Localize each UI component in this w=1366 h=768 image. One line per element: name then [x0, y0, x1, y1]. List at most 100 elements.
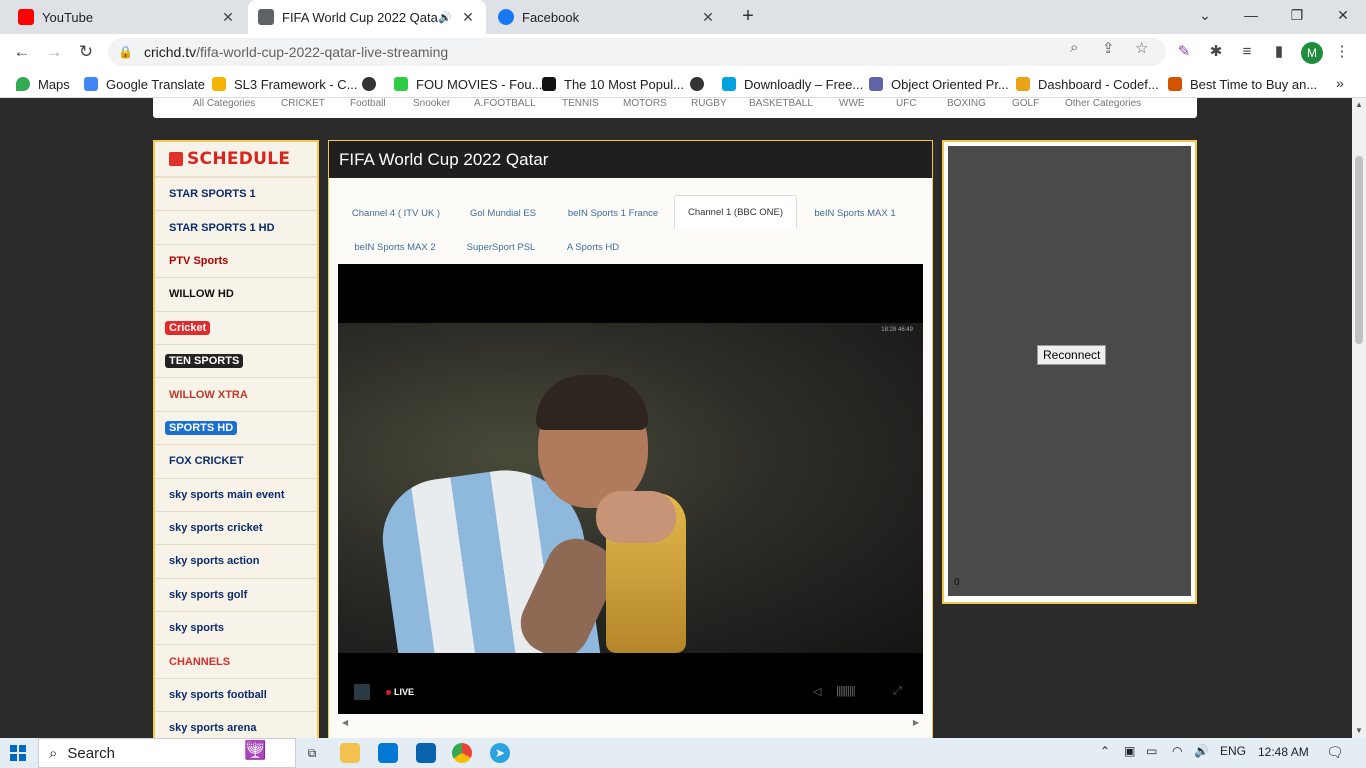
channel-item[interactable]: sky sports golf	[155, 579, 317, 613]
bookmark-oop[interactable]: Object Oriented Pr...	[869, 75, 1009, 93]
channel-item[interactable]: WILLOW HD	[155, 278, 317, 312]
bookmark-sl3[interactable]: SL3 Framework - C...	[212, 75, 358, 93]
channel-item[interactable]: STAR SPORTS 1 HD	[155, 211, 317, 245]
schedule-link[interactable]: SCHEDULE	[155, 142, 317, 178]
scroll-down-icon[interactable]: ▼	[1352, 724, 1366, 738]
channel-tab-active[interactable]: Channel 1 (BBC ONE)	[674, 195, 797, 229]
bookmark-codeforces[interactable]: Dashboard - Codef...	[1016, 75, 1159, 93]
page-scrollbar[interactable]: ▲ ▼	[1352, 98, 1366, 738]
close-window-button[interactable]: ✕	[1320, 0, 1366, 30]
minimize-button[interactable]: —	[1228, 0, 1274, 30]
forward-icon[interactable]: →	[42, 40, 66, 64]
volume-tray-icon[interactable]: 🔊	[1194, 744, 1209, 758]
channel-item[interactable]: CHANNELS	[155, 645, 317, 679]
category-link[interactable]: Snooker	[413, 98, 450, 109]
bookmarks-overflow-icon[interactable]: »	[1336, 75, 1344, 91]
media-queue-icon[interactable]: ≡	[1237, 42, 1257, 62]
scroll-left-icon[interactable]: ◀	[342, 718, 348, 727]
category-link[interactable]: UFC	[896, 98, 917, 109]
bookmark-maps[interactable]: Maps	[16, 75, 70, 93]
channel-item[interactable]: sky sports action	[155, 545, 317, 579]
channel-item[interactable]: WILLOW XTRA	[155, 378, 317, 412]
store-icon[interactable]	[378, 743, 398, 763]
channel-item[interactable]: sky sports football	[155, 679, 317, 713]
bookmark-star-icon[interactable]: ☆	[1135, 39, 1148, 57]
bookmark-10-most[interactable]: The 10 Most Popul...	[542, 75, 684, 93]
back-icon[interactable]: ←	[10, 40, 34, 64]
side-panel-icon[interactable]: ▮	[1269, 42, 1289, 62]
category-link[interactable]: TENNIS	[562, 98, 599, 109]
address-bar[interactable]: 🔒 crichd.tv/fifa-world-cup-2022-qatar-li…	[108, 38, 1166, 66]
tray-overflow-icon[interactable]: ⌃	[1100, 744, 1110, 758]
channel-item[interactable]: sky sports arena	[155, 712, 317, 738]
file-explorer-icon[interactable]	[340, 743, 360, 763]
language-indicator[interactable]: ENG	[1220, 744, 1246, 758]
category-link[interactable]: BOXING	[947, 98, 986, 109]
category-link[interactable]: WWE	[839, 98, 865, 109]
play-pause-button[interactable]	[354, 684, 370, 700]
clock[interactable]: 12:48 AM	[1258, 745, 1309, 759]
notifications-icon[interactable]: 🗨	[1326, 744, 1344, 761]
chrome-icon[interactable]	[452, 743, 472, 763]
speaker-icon[interactable]: 🔊	[438, 11, 452, 24]
channel-tab[interactable]: SuperSport PSL	[459, 230, 543, 264]
more-menu-icon[interactable]: ⋮	[1332, 42, 1352, 62]
channel-item[interactable]: STAR SPORTS 1	[155, 178, 317, 212]
extension-pen-icon[interactable]: ✎	[1174, 42, 1194, 62]
reload-icon[interactable]: ↻	[74, 40, 98, 64]
category-link[interactable]: MOTORS	[623, 98, 667, 109]
bookmark-fou-movies[interactable]: FOU MOVIES - Fou...	[394, 75, 542, 93]
tab-fifa[interactable]: FIFA World Cup 2022 Qatar l 🔊 ✕	[248, 0, 486, 34]
battery-icon[interactable]: ▭	[1146, 744, 1157, 758]
channel-tab[interactable]: Gol Mundial ES	[461, 196, 545, 230]
category-link[interactable]: Other Categories	[1065, 98, 1141, 109]
channel-tab[interactable]: Channel 4 ( ITV UK )	[343, 196, 449, 230]
bookmark-best-time[interactable]: Best Time to Buy an...	[1168, 75, 1317, 93]
telegram-icon[interactable]: ➤	[490, 743, 510, 763]
category-link[interactable]: GOLF	[1012, 98, 1039, 109]
new-tab-button[interactable]: +	[738, 6, 758, 26]
bookmark-globe-2[interactable]	[690, 75, 712, 93]
category-link[interactable]: A.FOOTBALL	[474, 98, 536, 109]
video-frame[interactable]: 18:28 46:49	[338, 323, 923, 653]
channel-tab[interactable]: beIN Sports MAX 1	[803, 196, 907, 230]
scroll-right-icon[interactable]: ▶	[913, 718, 919, 727]
reconnect-button[interactable]: Reconnect	[1037, 345, 1107, 365]
category-link[interactable]: Football	[350, 98, 386, 109]
mail-icon[interactable]	[416, 743, 436, 763]
lock-icon[interactable]: 🔒	[118, 45, 133, 59]
close-icon[interactable]: ✕	[700, 9, 716, 26]
wifi-icon[interactable]: ◠	[1172, 744, 1182, 758]
channel-item[interactable]: sky sports	[155, 612, 317, 646]
bookmark-globe[interactable]	[362, 75, 384, 93]
meet-now-icon[interactable]: ▣	[1124, 744, 1135, 758]
channel-tab[interactable]: beIN Sports 1 France	[557, 196, 669, 230]
channel-item[interactable]: SPORTS HD	[155, 412, 317, 446]
bookmark-google-translate[interactable]: Google Translate	[84, 75, 205, 93]
fullscreen-icon[interactable]: ⤢	[893, 685, 902, 698]
task-view-icon[interactable]: ⧉	[302, 743, 322, 763]
share-icon[interactable]: ⇪	[1102, 39, 1115, 57]
channel-tab[interactable]: beIN Sports MAX 2	[343, 230, 447, 264]
tab-youtube[interactable]: YouTube ✕	[8, 0, 246, 34]
category-link[interactable]: CRICKET	[281, 98, 325, 109]
channel-item[interactable]: PTV Sports	[155, 245, 317, 279]
tab-facebook[interactable]: Facebook ✕	[488, 0, 726, 34]
channel-item[interactable]: sky sports main event	[155, 479, 317, 512]
category-link[interactable]: BASKETBALL	[749, 98, 813, 109]
category-link[interactable]: RUGBY	[691, 98, 727, 109]
channel-item[interactable]: sky sports cricket	[155, 512, 317, 546]
category-link[interactable]: All Categories	[193, 98, 255, 109]
bookmark-downloadly[interactable]: Downloadly – Free...	[722, 75, 863, 93]
channel-item[interactable]: Cricket	[155, 312, 317, 345]
windows-start-icon[interactable]	[10, 745, 26, 761]
close-icon[interactable]: ✕	[220, 9, 236, 26]
profile-avatar[interactable]: M	[1301, 42, 1323, 64]
scroll-up-icon[interactable]: ▲	[1352, 98, 1366, 112]
video-player[interactable]: 18:28 46:49 LIVE ◁ |||||||||| ⤢	[338, 264, 923, 714]
restore-button[interactable]: ❐	[1274, 0, 1320, 30]
channel-item[interactable]: TEN SPORTS	[155, 345, 317, 379]
tab-search-button[interactable]: ⌄	[1182, 0, 1228, 30]
channel-item[interactable]: FOX CRICKET	[155, 445, 317, 479]
extensions-puzzle-icon[interactable]: ✱	[1206, 42, 1226, 62]
